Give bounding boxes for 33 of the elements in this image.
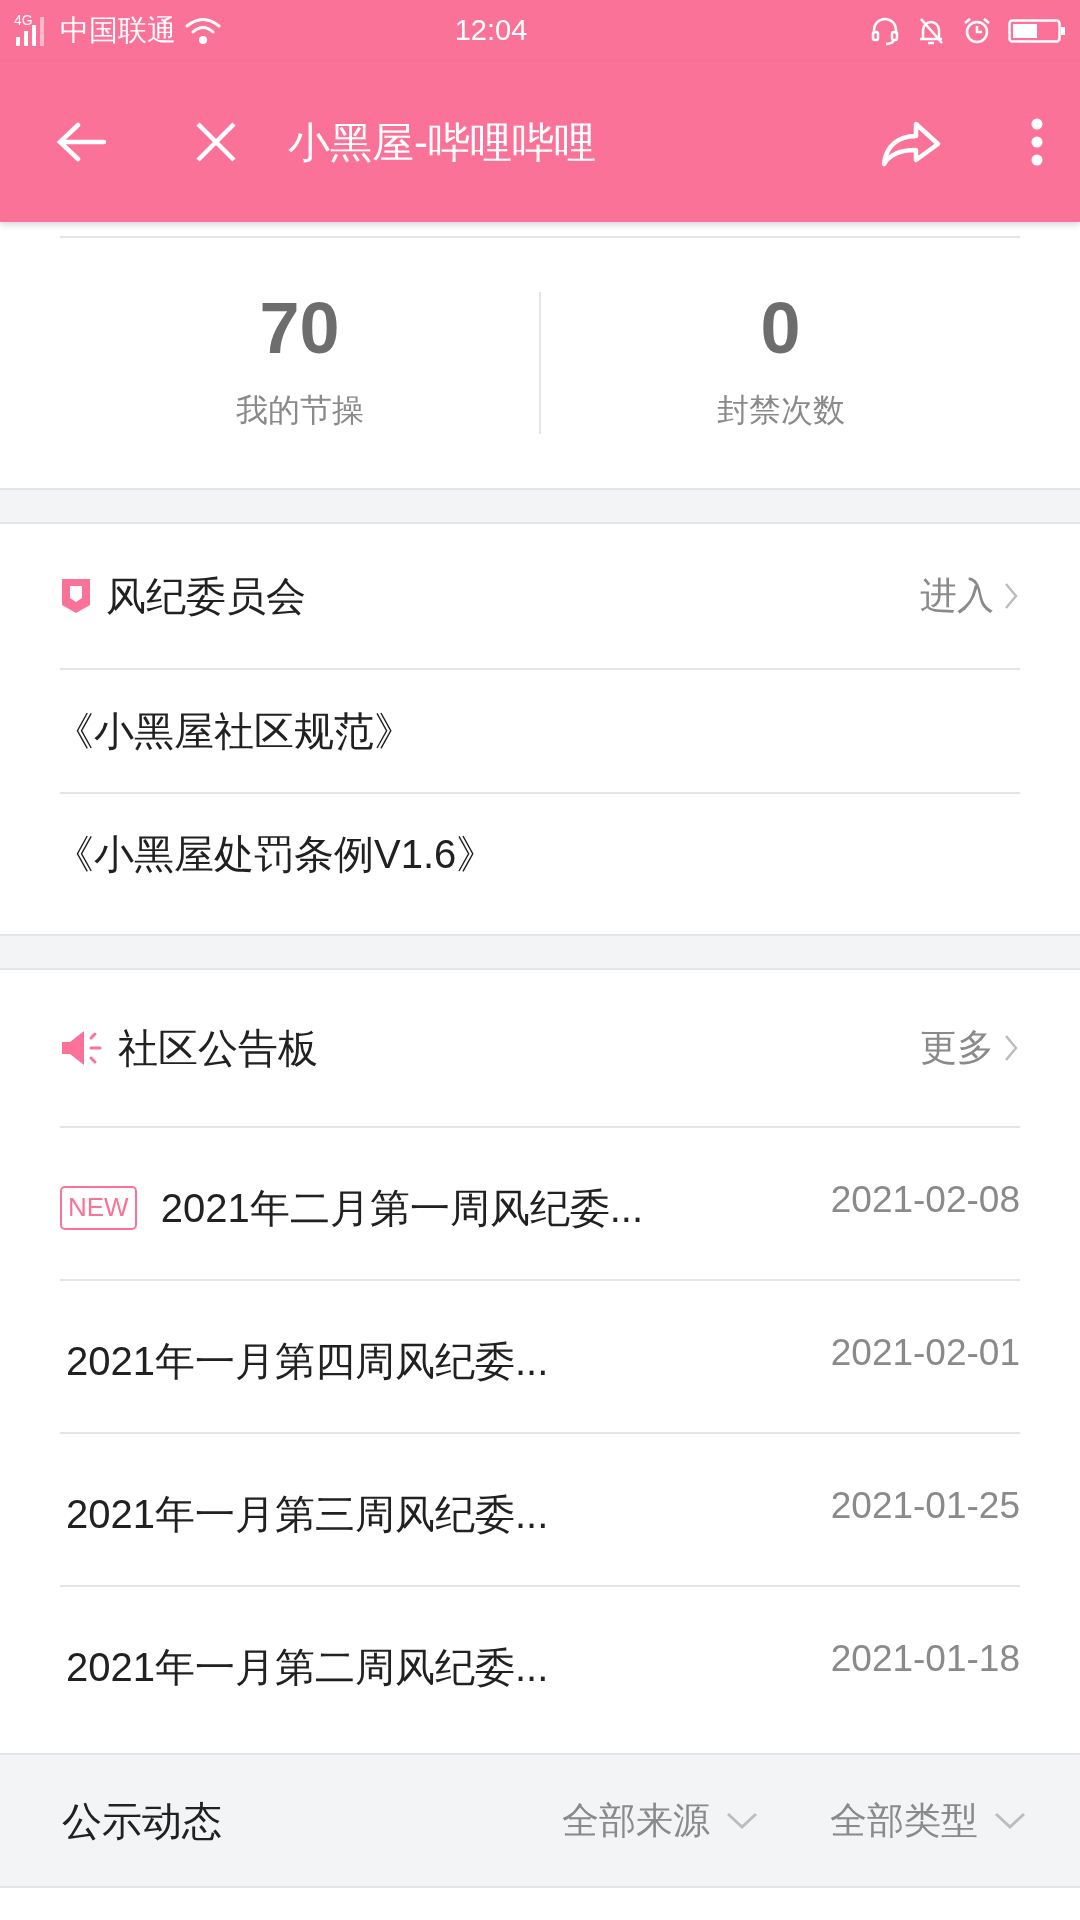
- notice-date: 2021-01-18: [830, 1637, 1020, 1681]
- more-icon[interactable]: [1030, 118, 1044, 166]
- wifi-icon: [184, 16, 222, 46]
- new-badge: NEW: [60, 1186, 137, 1230]
- notice-item[interactable]: 2021年一月第四周风纪委...: [60, 1331, 831, 1391]
- notice-date: 2021-02-08: [830, 1178, 1020, 1222]
- notice-board-title: 社区公告板: [118, 1025, 319, 1072]
- rules-link[interactable]: 《小黑屋处罚条例V1.6》: [54, 824, 497, 884]
- committee-title: 风纪委员会: [106, 573, 307, 620]
- notice-date: 2021-01-25: [830, 1484, 1020, 1528]
- back-arrow-icon[interactable]: [56, 122, 108, 162]
- stat-value: 70: [259, 292, 340, 364]
- stat-label: 我的节操: [235, 391, 364, 430]
- network-label: 4G: [14, 13, 33, 27]
- rules-link[interactable]: 《小黑屋社区规范》: [54, 701, 414, 761]
- speaker-icon: [60, 1028, 104, 1068]
- section-title: 公示动态: [62, 1797, 223, 1845]
- headset-icon: [870, 16, 900, 46]
- stat-label: 封禁次数: [716, 391, 845, 430]
- stat-value: 0: [760, 292, 801, 364]
- alarm-clock-icon: [962, 16, 992, 46]
- carrier-name: 中国联通: [60, 13, 176, 49]
- battery-icon: [1008, 17, 1066, 45]
- caret-icon: [994, 1811, 1026, 1830]
- close-icon[interactable]: [194, 120, 238, 164]
- shield-icon: [60, 577, 92, 615]
- page-title: 小黑屋-哔哩哔哩: [288, 117, 597, 168]
- notice-item[interactable]: NEW 2021年二月第一周风纪委...: [60, 1178, 831, 1238]
- caret-icon: [726, 1811, 758, 1830]
- notice-item[interactable]: 2021年一月第二周风纪委...: [60, 1637, 831, 1697]
- status-time: 12:04: [453, 13, 529, 49]
- notice-item[interactable]: 2021年一月第三周风纪委...: [60, 1484, 831, 1544]
- notice-date: 2021-02-01: [830, 1331, 1020, 1375]
